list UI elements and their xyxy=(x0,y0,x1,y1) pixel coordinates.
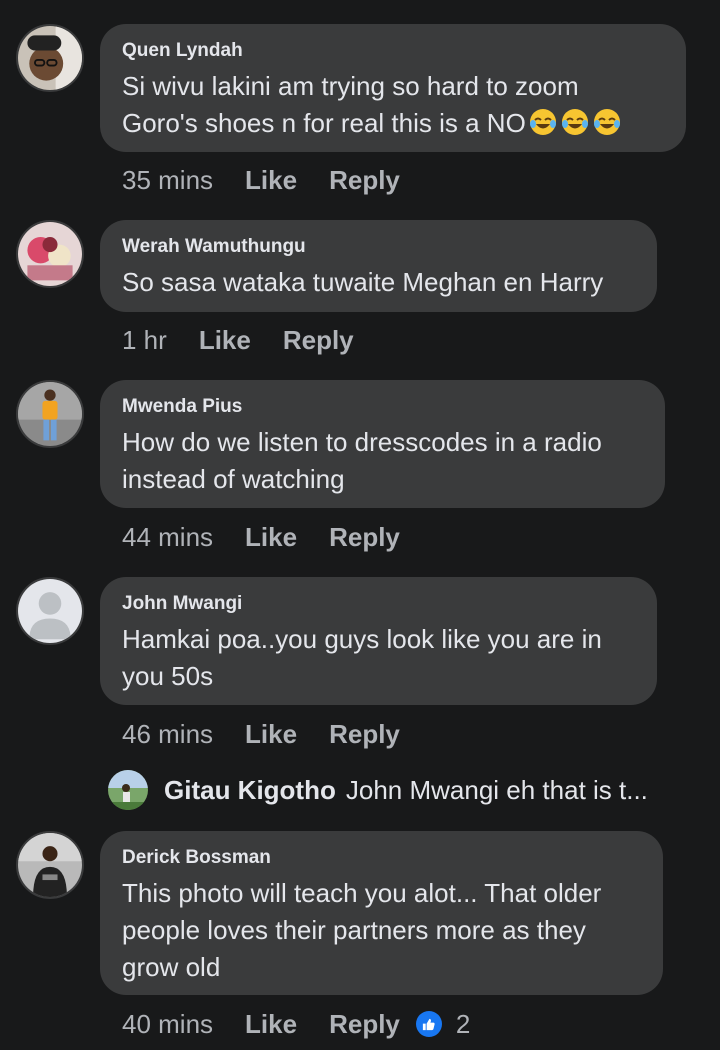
avatar[interactable] xyxy=(16,831,84,899)
reply-button[interactable]: Reply xyxy=(329,522,400,553)
comment-author[interactable]: Werah Wamuthungu xyxy=(122,236,635,258)
comment-timestamp[interactable]: 40 mins xyxy=(122,1009,213,1040)
comment-text-line: you 50s xyxy=(122,661,214,691)
laughing-emoji-icon xyxy=(590,108,622,138)
avatar[interactable] xyxy=(108,770,148,810)
reaction-summary[interactable]: 2 xyxy=(415,1008,471,1040)
comment-actions: 40 mins Like Reply 2 xyxy=(122,1006,470,1042)
comment-text-line: How do we listen to dresscodes in a radi… xyxy=(122,427,602,457)
reply-preview[interactable]: Gitau Kigotho John Mwangi eh that is t..… xyxy=(108,768,648,812)
comment-text: Goro's shoes n for real this is a NO xyxy=(122,108,526,138)
like-button[interactable]: Like xyxy=(245,165,297,196)
comment-author[interactable]: John Mwangi xyxy=(122,593,635,615)
comment-actions: 1 hr Like Reply xyxy=(122,322,354,358)
reply-button[interactable]: Reply xyxy=(283,325,354,356)
reply-button[interactable]: Reply xyxy=(329,1009,400,1040)
reply-button[interactable]: Reply xyxy=(329,719,400,750)
reply-button[interactable]: Reply xyxy=(329,165,400,196)
like-button[interactable]: Like xyxy=(245,719,297,750)
comment-timestamp[interactable]: 44 mins xyxy=(122,522,213,553)
thumbs-up-icon xyxy=(415,1011,442,1037)
comment-actions: 35 mins Like Reply xyxy=(122,162,400,198)
avatar[interactable] xyxy=(16,220,84,288)
comment-text-line: instead of watching xyxy=(122,464,345,494)
comment-timestamp[interactable]: 46 mins xyxy=(122,719,213,750)
comment-bubble: Mwenda Pius How do we listen to dresscod… xyxy=(100,380,665,508)
reply-text: John Mwangi eh that is t... xyxy=(345,774,648,805)
comment-text-line: Hamkai poa..you guys look like you are i… xyxy=(122,624,602,654)
like-button[interactable]: Like xyxy=(245,522,297,553)
comment-text-line: people loves their partners more as they xyxy=(122,915,586,945)
comment-author[interactable]: Mwenda Pius xyxy=(122,396,643,418)
comment-text-line: Si wivu lakini am trying so hard to zoom xyxy=(122,71,579,101)
comment-timestamp[interactable]: 1 hr xyxy=(122,325,167,356)
comment-text-line: Goro's shoes n for real this is a NO xyxy=(122,105,664,142)
avatar[interactable] xyxy=(16,24,84,92)
comment-actions: 44 mins Like Reply xyxy=(122,519,400,555)
comment-actions: 46 mins Like Reply xyxy=(122,716,400,752)
laughing-emoji-icon xyxy=(558,108,590,138)
comment-text-line: grow old xyxy=(122,952,221,982)
avatar[interactable] xyxy=(16,380,84,448)
reaction-count: 2 xyxy=(455,1008,471,1039)
laughing-emoji-icon xyxy=(526,108,558,138)
comment-text: So sasa wataka tuwaite Meghan en Harry xyxy=(122,267,604,297)
like-button[interactable]: Like xyxy=(245,1009,297,1040)
comment-text-line: This photo will teach you alot... That o… xyxy=(122,878,602,908)
comment-bubble: Quen Lyndah Si wivu lakini am trying so … xyxy=(100,24,686,152)
comment-author[interactable]: Quen Lyndah xyxy=(122,40,664,62)
like-button[interactable]: Like xyxy=(199,325,251,356)
comment-bubble: John Mwangi Hamkai poa..you guys look li… xyxy=(100,577,657,705)
reply-author[interactable]: Gitau Kigotho xyxy=(164,775,336,806)
comment-bubble: Derick Bossman This photo will teach you… xyxy=(100,831,663,995)
avatar[interactable] xyxy=(16,577,84,645)
comment-timestamp[interactable]: 35 mins xyxy=(122,165,213,196)
comment-bubble: Werah Wamuthungu So sasa wataka tuwaite … xyxy=(100,220,657,312)
comment-author[interactable]: Derick Bossman xyxy=(122,847,641,869)
